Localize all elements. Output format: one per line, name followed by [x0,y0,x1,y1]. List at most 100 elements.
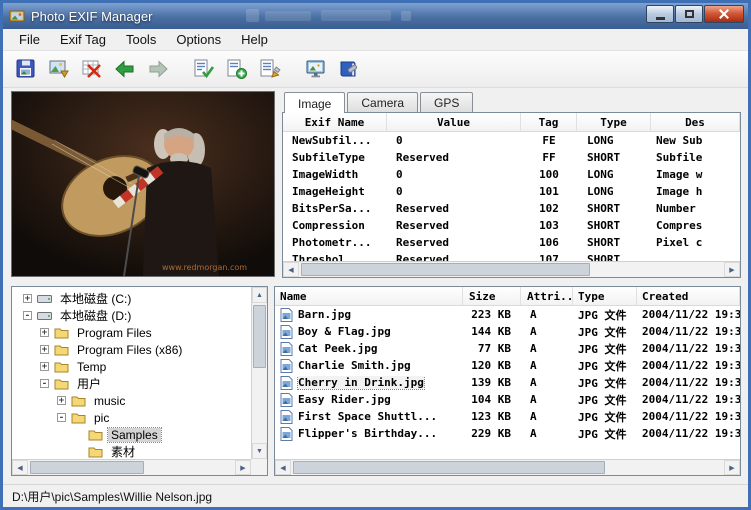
tree-item-program-files-x86[interactable]: +Program Files (x86) [13,341,250,358]
col-value[interactable]: Value [387,113,521,131]
col-size[interactable]: Size [463,287,521,305]
minimize-button[interactable] [646,5,674,23]
scroll-right-icon[interactable]: ▶ [235,460,251,475]
scroll-left-icon[interactable]: ◀ [275,460,291,475]
file-size: 104 KB [463,393,521,406]
file-attr: A [521,376,573,389]
exif-row[interactable]: BitsPerSa...Reserved102SHORTNumber [283,200,740,217]
menu-exif-tag[interactable]: Exif Tag [50,30,116,49]
exif-row[interactable]: ImageWidth0100LONGImage w [283,166,740,183]
exif-tag: FF [521,151,577,164]
file-row[interactable]: Flipper's Birthday...229 KBAJPG 文件2004/1… [275,425,740,442]
col-des[interactable]: Des [651,113,740,131]
tree-item-samples[interactable]: Samples [13,426,250,443]
exif-row[interactable]: CompressionReserved103SHORTCompres [283,217,740,234]
col-exif-name[interactable]: Exif Name [283,113,387,131]
col-type[interactable]: Type [573,287,637,305]
exif-horizontal-scrollbar[interactable]: ◀ ▶ [283,261,740,277]
file-row[interactable]: First Space Shuttl...123 KBAJPG 文件2004/1… [275,408,740,425]
scroll-track[interactable] [299,262,724,277]
exif-row[interactable]: Photometr...Reserved106SHORTPixel c [283,234,740,251]
add-exif-button[interactable] [222,54,252,84]
file-attr: A [521,393,573,406]
forward-button[interactable] [143,54,173,84]
menu-help[interactable]: Help [231,30,278,49]
scroll-thumb[interactable] [301,263,590,276]
exif-des: Subfile [651,151,740,164]
col-tag[interactable]: Tag [521,113,577,131]
tree-item-sucai[interactable]: 素材 [13,443,250,458]
col-type[interactable]: Type [577,113,651,131]
tree-item-music[interactable]: + music [13,392,250,409]
scroll-track[interactable] [28,460,235,475]
scroll-left-icon[interactable]: ◀ [12,460,28,475]
menu-file[interactable]: File [9,30,50,49]
back-button[interactable] [110,54,140,84]
export-image-button[interactable] [44,54,74,84]
tree-label: Samples [108,428,161,442]
expand-toggle[interactable]: + [40,362,49,371]
scroll-right-icon[interactable]: ▶ [724,460,740,475]
tab-image[interactable]: Image [284,92,345,113]
menu-tools[interactable]: Tools [116,30,166,49]
scroll-track[interactable] [252,303,267,443]
tree-item-drive-d[interactable]: -本地磁盘 (D:) [13,307,250,324]
close-button[interactable] [704,5,744,23]
file-name: Flipper's Birthday... [298,427,437,440]
tab-gps[interactable]: GPS [420,92,473,112]
tree-item-program-files[interactable]: +Program Files [13,324,250,341]
file-created: 2004/11/22 19:3... [637,376,740,389]
scroll-thumb[interactable] [293,461,605,474]
expand-toggle[interactable]: + [57,396,66,405]
save-button[interactable] [11,54,41,84]
scroll-thumb[interactable] [30,461,144,474]
exif-row[interactable]: SubfileTypeReservedFFSHORTSubfile [283,149,740,166]
tree-item-users[interactable]: -用户 [13,375,250,392]
tree-label: music [91,394,128,408]
titlebar-artifact [265,11,311,21]
exif-row[interactable]: ImageHeight0101LONGImage h [283,183,740,200]
file-row-selected[interactable]: Cherry in Drink.jpg139 KBAJPG 文件2004/11/… [275,374,740,391]
scroll-track[interactable] [291,460,724,475]
tree-horizontal-scrollbar[interactable]: ◀ ▶ [12,459,251,475]
menu-options[interactable]: Options [166,30,231,49]
help-button[interactable] [334,54,364,84]
delete-exif-button[interactable] [77,54,107,84]
tree-item-drive-c[interactable]: +本地磁盘 (C:) [13,290,250,307]
expand-toggle[interactable]: - [40,379,49,388]
expand-toggle[interactable]: - [57,413,66,422]
expand-toggle[interactable]: - [23,311,32,320]
tab-camera[interactable]: Camera [347,92,418,112]
expand-toggle[interactable]: + [23,294,32,303]
file-created: 2004/11/22 19:3... [637,410,740,423]
scroll-right-icon[interactable]: ▶ [724,262,740,277]
file-row[interactable]: Barn.jpg223 KBAJPG 文件2004/11/22 19:3... [275,306,740,323]
col-name[interactable]: Name [275,287,463,305]
file-row[interactable]: Charlie Smith.jpg120 KBAJPG 文件2004/11/22… [275,357,740,374]
file-row[interactable]: Boy & Flag.jpg144 KBAJPG 文件2004/11/22 19… [275,323,740,340]
scroll-left-icon[interactable]: ◀ [283,262,299,277]
tree-item-temp[interactable]: +Temp [13,358,250,375]
titlebar[interactable]: Photo EXIF Manager [3,3,748,29]
expand-toggle[interactable]: + [40,345,49,354]
file-row[interactable]: Cat Peek.jpg77 KBAJPG 文件2004/11/22 19:3.… [275,340,740,357]
col-attr[interactable]: Attri... [521,287,573,305]
image-viewer-button[interactable] [301,54,331,84]
file-row[interactable]: Easy Rider.jpg104 KBAJPG 文件2004/11/22 19… [275,391,740,408]
file-list-horizontal-scrollbar[interactable]: ◀ ▶ [275,459,740,475]
edit-exif-button[interactable] [189,54,219,84]
scroll-down-icon[interactable]: ▼ [252,443,267,459]
scroll-up-icon[interactable]: ▲ [252,287,267,303]
scroll-thumb[interactable] [253,305,266,368]
folder-icon [88,446,103,458]
exif-des: Compres [651,219,740,232]
exif-list-button[interactable] [255,54,285,84]
maximize-button[interactable] [675,5,703,23]
tree-item-pic[interactable]: -pic [13,409,250,426]
col-created[interactable]: Created [637,287,740,305]
exif-name: ImageWidth [283,168,387,181]
tree-vertical-scrollbar[interactable]: ▲ ▼ [251,287,267,459]
exif-row[interactable]: NewSubfil...0FELONGNew Sub [283,132,740,149]
exif-row[interactable]: Threshol...Reserved107SHORT [283,251,740,261]
expand-toggle[interactable]: + [40,328,49,337]
